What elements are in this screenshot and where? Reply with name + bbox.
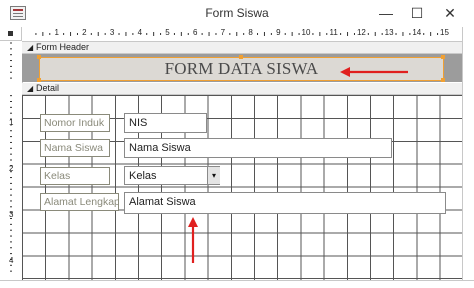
- collapse-icon: ◢: [27, 84, 34, 93]
- chevron-down-icon[interactable]: ▾: [207, 167, 220, 184]
- resize-handle[interactable]: [441, 78, 445, 82]
- arrow-left-icon: [340, 67, 408, 77]
- form-header-bar[interactable]: ◢ Form Header: [22, 42, 462, 54]
- form-selector[interactable]: [0, 27, 22, 41]
- ruler-label: 14: [412, 28, 422, 37]
- ruler-label: 6: [192, 28, 198, 37]
- ruler-label: 10: [301, 28, 311, 37]
- horizontal-ruler[interactable]: 1 2 3 4 5 6 7 8 9 10 11 12 13 14 15: [22, 27, 462, 42]
- ruler-label: 5: [165, 28, 170, 37]
- detail-label: Detail: [36, 83, 60, 93]
- label-kelas[interactable]: Kelas: [40, 167, 110, 185]
- vertical-ruler[interactable]: 1 2 3 4: [0, 41, 23, 280]
- nis-textbox[interactable]: NIS: [124, 113, 207, 133]
- minimize-button[interactable]: —: [371, 0, 401, 27]
- ruler-label: 8: [248, 28, 253, 37]
- ruler-label: 3: [9, 210, 14, 219]
- ruler-label: 12: [356, 28, 366, 37]
- arrow-up-icon: [188, 217, 198, 263]
- kelas-combobox[interactable]: Kelas: [124, 166, 220, 185]
- resize-handle[interactable]: [37, 55, 41, 59]
- resize-handle[interactable]: [441, 55, 445, 59]
- ruler-label: 3: [109, 28, 115, 37]
- detail-bar[interactable]: ◢ Detail: [22, 83, 462, 95]
- vertical-ruler-ticks: [10, 42, 12, 272]
- ruler-label: 1: [54, 28, 59, 37]
- label-nomor-induk[interactable]: Nomor Induk: [40, 114, 110, 132]
- window-right-edge: [462, 27, 474, 287]
- ruler-label: 2: [82, 28, 87, 37]
- maximize-button[interactable]: ☐: [402, 0, 432, 27]
- nama-siswa-textbox[interactable]: Nama Siswa: [124, 138, 392, 158]
- ruler-label: 7: [220, 28, 226, 37]
- alamat-siswa-textbox[interactable]: Alamat Siswa: [124, 192, 446, 214]
- resize-handle[interactable]: [37, 78, 41, 82]
- ruler-label: 4: [137, 28, 143, 37]
- horizontal-ruler-ticks: [35, 32, 439, 36]
- ruler-label: 15: [440, 28, 449, 37]
- ruler-label: 4: [9, 256, 14, 265]
- ruler-label: 1: [9, 118, 14, 127]
- ruler-label: 2: [9, 164, 14, 173]
- form-header-label: Form Header: [36, 42, 90, 52]
- resize-handle[interactable]: [239, 55, 243, 59]
- close-button[interactable]: ✕: [435, 0, 465, 27]
- label-alamat-lengkap[interactable]: Alamat Lengkap: [40, 193, 119, 211]
- collapse-icon: ◢: [27, 43, 34, 52]
- ruler-label: 9: [276, 28, 281, 37]
- label-nama-siswa[interactable]: Nama Siswa: [40, 139, 110, 157]
- ruler-label: 13: [384, 28, 394, 37]
- ruler-label: 11: [329, 28, 338, 37]
